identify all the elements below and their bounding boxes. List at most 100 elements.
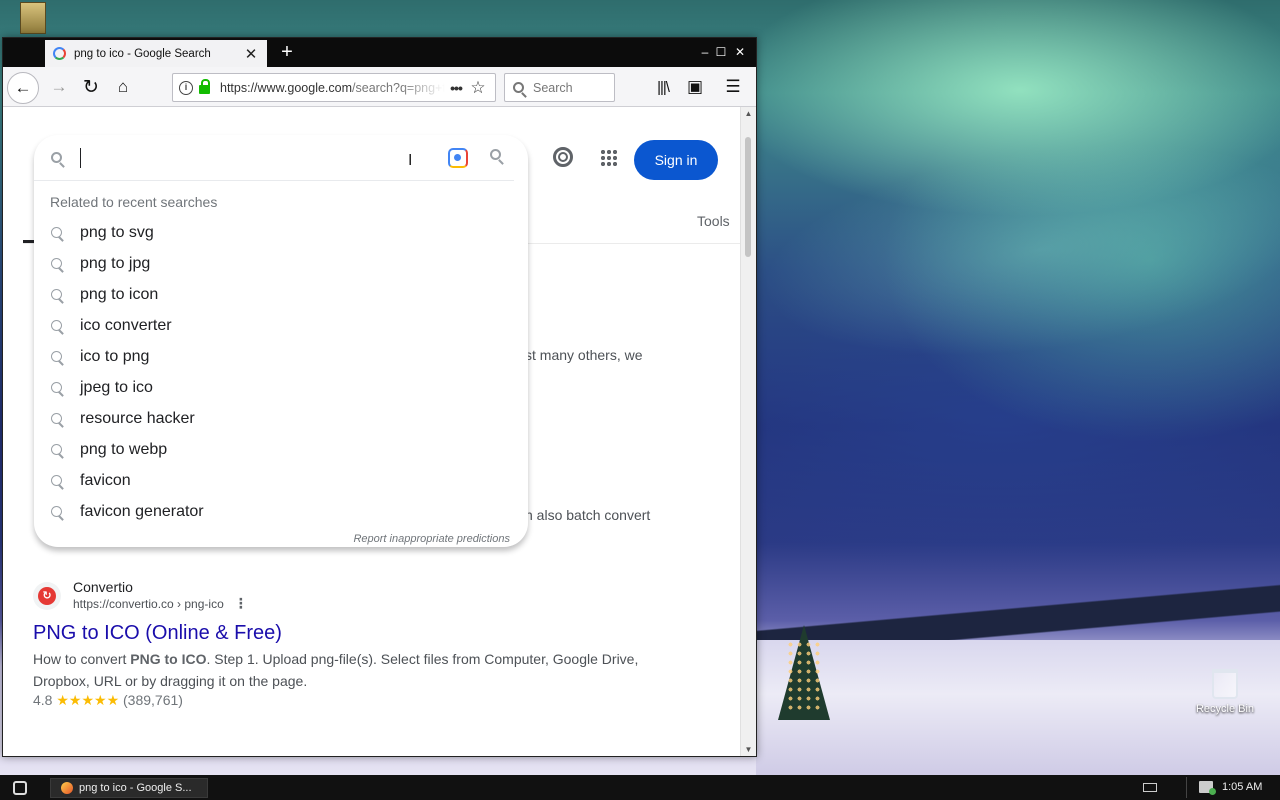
- search-icon: [51, 475, 62, 486]
- desc-rest: . Step 1. Upload png-file(s). Select fil…: [206, 651, 639, 667]
- search-result-convertio: ↻ Convertio https://convertio.co › png-i…: [33, 579, 673, 709]
- browser-search-box[interactable]: Search: [504, 73, 615, 102]
- page-scrollbar[interactable]: ▲ ▼: [740, 107, 756, 756]
- settings-gear-icon[interactable]: [553, 147, 573, 167]
- desc-bold: PNG to ICO: [130, 651, 207, 667]
- suggestion-text: ico to png: [80, 347, 150, 365]
- back-button[interactable]: ←: [7, 72, 39, 104]
- suggestion-text: png to svg: [80, 223, 154, 241]
- search-icon: [51, 289, 62, 300]
- tab-title: png to ico - Google Search: [74, 47, 211, 60]
- suggestion-item[interactable]: favicon generator: [34, 496, 528, 527]
- tab-close-icon[interactable]: ✕: [243, 45, 259, 63]
- bookmark-star-icon[interactable]: ☆: [467, 78, 489, 98]
- tab-google-search[interactable]: png to ico - Google Search ✕: [45, 40, 267, 67]
- new-tab-button[interactable]: +: [277, 40, 297, 64]
- lock-icon: [199, 79, 210, 94]
- mouse-ibeam-cursor: I: [408, 152, 413, 169]
- result-site-name: Convertio: [73, 579, 133, 595]
- scroll-up-icon[interactable]: ▲: [741, 107, 756, 121]
- search-icon: [51, 382, 62, 393]
- result-title-link[interactable]: PNG to ICO (Online & Free): [33, 620, 673, 646]
- suggestion-item[interactable]: png to jpg: [34, 248, 528, 279]
- suggestion-text: jpeg to ico: [80, 378, 153, 396]
- google-favicon-icon: [53, 47, 66, 60]
- close-window-button[interactable]: ✕: [733, 44, 747, 60]
- sidebar-button[interactable]: ▣: [681, 73, 709, 101]
- forward-button[interactable]: →: [45, 73, 73, 101]
- suggestion-text: png to jpg: [80, 254, 151, 272]
- google-lens-icon[interactable]: [448, 148, 468, 168]
- suggestion-item[interactable]: resource hacker: [34, 403, 528, 434]
- url-host: https://www.google.com: [220, 80, 353, 95]
- home-icon: ⌂: [117, 77, 129, 96]
- sign-in-button[interactable]: Sign in: [634, 140, 718, 180]
- desc-line2: Dropbox, URL or by dragging it on the pa…: [33, 673, 308, 689]
- url-path: /search?q=png+to+ico: [352, 80, 445, 95]
- taskbar-item-label: png to ico - Google S...: [79, 782, 192, 794]
- result-description: How to convert PNG to ICO. Step 1. Uploa…: [33, 648, 673, 692]
- start-icon: [13, 780, 27, 795]
- search-icon: [51, 413, 62, 424]
- tree-lights: [786, 640, 822, 710]
- maximize-button[interactable]: ☐: [714, 44, 728, 60]
- desktop-folder-icon[interactable]: [20, 2, 46, 34]
- snippet-fragment: n also batch convert: [525, 507, 651, 523]
- page-actions-button[interactable]: •••: [445, 80, 467, 96]
- start-button[interactable]: [0, 775, 40, 800]
- search-icon: [513, 82, 524, 93]
- url-bar[interactable]: i https://www.google.com/search?q=png+to…: [172, 73, 496, 102]
- firefox-icon: [61, 782, 73, 794]
- sidebar-icon: ▣: [686, 77, 704, 96]
- result-site-row[interactable]: ↻ Convertio https://convertio.co › png-i…: [33, 579, 673, 612]
- search-icon: [51, 444, 62, 455]
- browser-titlebar: png to ico - Google Search ✕ + ‒ ☐ ✕: [3, 38, 756, 67]
- tools-link[interactable]: Tools: [697, 213, 730, 229]
- recycle-bin[interactable]: Recycle Bin: [1190, 669, 1260, 715]
- rating-stars-icon: ★★★★★: [56, 692, 120, 708]
- snippet-fragment: st many others, we: [525, 347, 643, 363]
- taskbar-item-browser[interactable]: png to ico - Google S...: [50, 778, 208, 798]
- recycle-bin-label: Recycle Bin: [1195, 703, 1255, 715]
- search-icon: [51, 227, 62, 238]
- autocomplete-dropdown: I Related to recent searches png to svg …: [34, 135, 528, 547]
- aurora: [748, 112, 1280, 388]
- scroll-down-icon[interactable]: ▼: [741, 743, 756, 756]
- network-icon[interactable]: [1199, 781, 1216, 795]
- url-text[interactable]: https://www.google.com/search?q=png+to+i…: [220, 81, 445, 95]
- suggestion-item[interactable]: png to svg: [34, 217, 528, 248]
- suggestion-item[interactable]: ico converter: [34, 310, 528, 341]
- search-input-row[interactable]: [34, 135, 514, 181]
- suggestion-item[interactable]: png to icon: [34, 279, 528, 310]
- scroll-thumb[interactable]: [745, 137, 751, 257]
- search-submit-icon[interactable]: [490, 149, 501, 160]
- menu-button[interactable]: ☰: [719, 73, 747, 101]
- keyboard-icon[interactable]: [1143, 783, 1157, 792]
- taskbar: png to ico - Google S... 1:05 AM: [0, 775, 1280, 800]
- result-url-text: https://convertio.co › png-ico: [73, 597, 224, 611]
- suggestion-text: favicon generator: [80, 502, 204, 520]
- report-predictions-link[interactable]: Report inappropriate predictions: [353, 533, 510, 545]
- recycle-bin-icon: [1212, 669, 1238, 699]
- reload-button[interactable]: ↻: [77, 73, 105, 101]
- search-icon: [51, 351, 62, 362]
- suggestion-item[interactable]: png to webp: [34, 434, 528, 465]
- text-caret: [80, 147, 81, 168]
- library-button[interactable]: |||\: [649, 73, 677, 101]
- google-apps-icon[interactable]: [600, 149, 618, 167]
- home-button[interactable]: ⌂: [109, 73, 137, 101]
- more-options-icon[interactable]: ⋮: [234, 595, 248, 612]
- browser-search-placeholder: Search: [533, 80, 573, 95]
- suggestion-item[interactable]: favicon: [34, 465, 528, 496]
- forward-arrow-icon: →: [50, 77, 68, 96]
- result-rating: 4.8 ★★★★★ (389,761): [33, 692, 673, 709]
- google-results-page: Sign in Tools st many others, we n also …: [3, 107, 740, 756]
- minimize-button[interactable]: ‒: [698, 44, 712, 60]
- suggestions-header: Related to recent searches: [50, 194, 218, 210]
- taskbar-clock[interactable]: 1:05 AM: [1222, 781, 1262, 793]
- suggestion-item[interactable]: ico to png: [34, 341, 528, 372]
- suggestion-text: resource hacker: [80, 409, 195, 427]
- suggestion-item[interactable]: jpeg to ico: [34, 372, 528, 403]
- rating-value: 4.8: [33, 692, 53, 708]
- site-info-icon[interactable]: i: [179, 80, 193, 95]
